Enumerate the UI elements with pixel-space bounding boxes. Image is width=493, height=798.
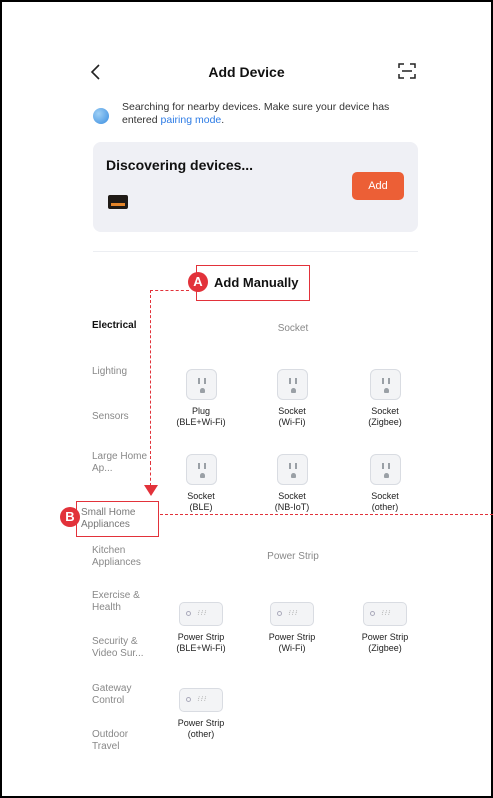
device-label: Power Strip (BLE+Wi-Fi) [166, 632, 236, 654]
sidebar-item-electrical[interactable]: Electrical [92, 320, 136, 332]
pairing-mode-link[interactable]: pairing mode [161, 114, 222, 126]
section-title-power-strip: Power Strip [267, 551, 319, 562]
device-label: Socket (other) [350, 491, 420, 513]
socket-icon [276, 454, 308, 485]
socket-icon [185, 369, 217, 400]
discovering-card: Discovering devices... Add [93, 142, 418, 232]
device-label: Socket (NB-IoT) [257, 491, 327, 513]
socket-icon [185, 454, 217, 485]
annotation-connector [160, 514, 493, 515]
device-name: Power Strip [268, 632, 316, 642]
sidebar-item-security-video[interactable]: Security & Video Sur... [92, 636, 156, 660]
device-name: Socket [187, 491, 215, 501]
device-subtype: (Zigbee) [368, 643, 402, 653]
sidebar-item-large-home-appliances[interactable]: Large Home Ap... [92, 451, 154, 475]
discovering-title: Discovering devices... [106, 157, 254, 173]
device-name: Socket [278, 406, 306, 416]
sidebar-item-exercise-health[interactable]: Exercise & Health [92, 590, 148, 614]
power-strip-icon: ⁝⁝⁝ [270, 602, 314, 626]
device-tile[interactable]: Socket (NB-IoT) [257, 454, 327, 513]
socket-icon [369, 369, 401, 400]
device-subtype: (other) [187, 729, 215, 739]
device-name: Socket [278, 491, 306, 501]
add-button[interactable]: Add [352, 172, 404, 200]
device-subtype: (Wi-Fi) [278, 417, 306, 427]
sidebar-item-lighting[interactable]: Lighting [92, 366, 127, 378]
device-subtype: (BLE+Wi-Fi) [176, 643, 226, 653]
annotation-connector [150, 290, 189, 291]
divider [93, 251, 418, 252]
device-tile[interactable]: Plug (BLE+Wi-Fi) [166, 369, 236, 428]
searching-spinner-icon [93, 108, 109, 124]
search-notice-text: Searching for nearby devices. Make sure … [122, 101, 422, 127]
device-subtype: (NB-IoT) [274, 502, 310, 512]
device-tile[interactable]: Socket (Zigbee) [350, 369, 420, 428]
sidebar-item-gateway-control[interactable]: Gateway Control [92, 683, 148, 707]
device-tile[interactable]: Socket (other) [350, 454, 420, 513]
annotation-arrow-icon [144, 485, 158, 496]
annotation-connector [150, 290, 151, 464]
socket-icon [276, 369, 308, 400]
power-strip-icon: ⁝⁝⁝ [179, 688, 223, 712]
page-title: Add Device [208, 64, 285, 80]
device-label: Socket (Wi-Fi) [257, 406, 327, 428]
device-tile[interactable]: ⁝⁝⁝ Power Strip (Wi-Fi) [257, 602, 327, 654]
device-label: Socket (BLE) [166, 491, 236, 513]
device-subtype: (other) [371, 502, 399, 512]
device-tile[interactable]: ⁝⁝⁝ Power Strip (BLE+Wi-Fi) [166, 602, 236, 654]
power-strip-icon: ⁝⁝⁝ [179, 602, 223, 626]
sidebar-item-outdoor-travel[interactable]: Outdoor Travel [92, 729, 148, 753]
device-subtype: (BLE) [189, 502, 213, 512]
device-name: Power Strip [177, 718, 225, 728]
sidebar-item-kitchen-appliances[interactable]: Kitchen Appliances [92, 545, 152, 569]
device-label: Power Strip (other) [166, 718, 236, 740]
add-manually-heading: Add Manually [214, 275, 299, 290]
device-name: Power Strip [361, 632, 409, 642]
device-name: Socket [371, 491, 399, 501]
power-strip-icon: ⁝⁝⁝ [363, 602, 407, 626]
device-label: Plug (BLE+Wi-Fi) [166, 406, 236, 428]
device-tile[interactable]: Socket (BLE) [166, 454, 236, 513]
device-subtype: (Zigbee) [368, 417, 402, 427]
sidebar-item-sensors[interactable]: Sensors [92, 411, 129, 423]
annotation-a-badge: A [188, 272, 208, 292]
device-tile[interactable]: ⁝⁝⁝ Power Strip (other) [166, 688, 236, 740]
annotation-b-badge: B [60, 507, 80, 527]
device-subtype: (Wi-Fi) [278, 643, 306, 653]
search-notice-suffix: . [221, 114, 225, 126]
device-label: Power Strip (Zigbee) [350, 632, 420, 654]
socket-icon [369, 454, 401, 485]
section-title-socket: Socket [277, 323, 309, 334]
sidebar-item-small-home-appliances[interactable]: Small Home Appliances [81, 507, 153, 531]
device-name: Power Strip [177, 632, 225, 642]
device-tile[interactable]: ⁝⁝⁝ Power Strip (Zigbee) [350, 602, 420, 654]
device-name: Plug [191, 406, 210, 416]
device-label: Power Strip (Wi-Fi) [257, 632, 327, 654]
device-label: Socket (Zigbee) [350, 406, 420, 428]
scan-icon[interactable] [397, 61, 417, 81]
device-tile[interactable]: Socket (Wi-Fi) [257, 369, 327, 428]
discovered-device-thumbnail [108, 195, 128, 209]
device-subtype: (BLE+Wi-Fi) [176, 417, 226, 427]
device-name: Socket [371, 406, 399, 416]
